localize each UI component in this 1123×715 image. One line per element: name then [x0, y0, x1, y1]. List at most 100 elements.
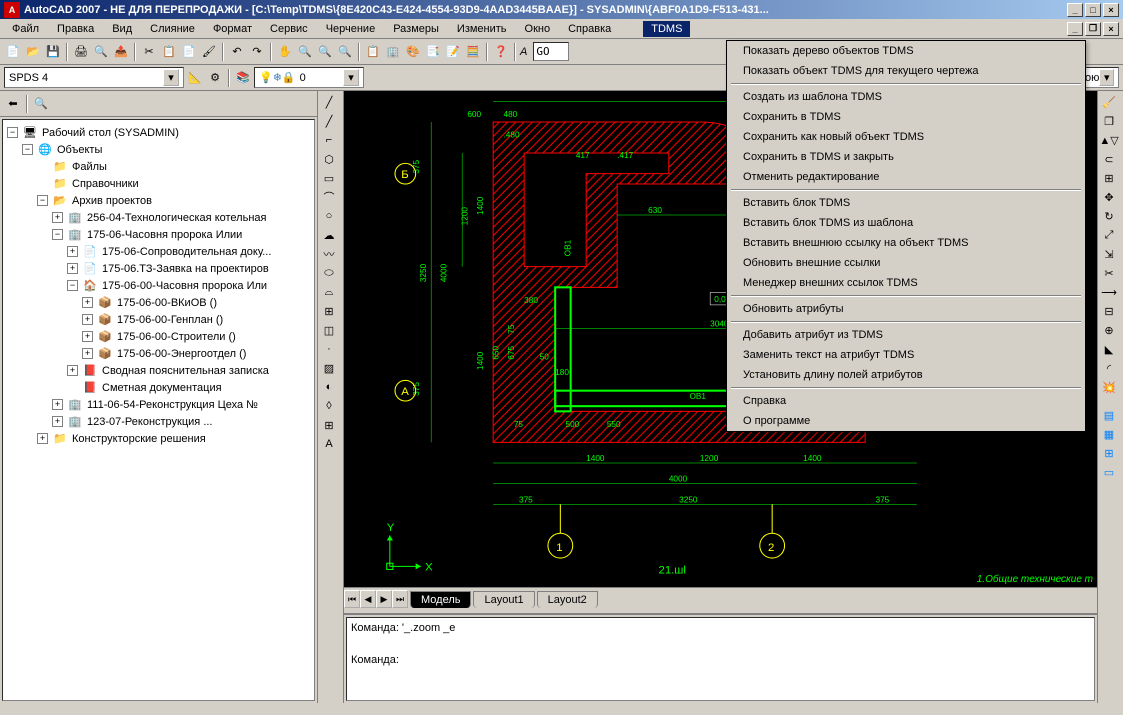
tree-root[interactable]: −🖥Рабочий стол (SYSADMIN) [7, 124, 310, 141]
tdms-menu-item[interactable]: Сохранить в TDMS [727, 107, 1085, 127]
match-icon[interactable]: 🖌 [200, 43, 218, 61]
menu-dimensions[interactable]: Размеры [385, 21, 447, 37]
menu-tdms[interactable]: TDMS [643, 21, 690, 37]
menu-file[interactable]: Файл [4, 21, 47, 37]
scale-icon[interactable]: ⤢ [1100, 226, 1118, 244]
tdms-menu-item[interactable]: Сохранить в TDMS и закрыть [727, 147, 1085, 167]
style-combo[interactable]: SPDS 4 ▾ [4, 67, 184, 88]
mirror-icon[interactable]: ▲▽ [1100, 131, 1118, 149]
menu-help[interactable]: Справка [560, 21, 619, 37]
tdms-menu-item[interactable]: Показать дерево объектов TDMS [727, 41, 1085, 61]
rotate-icon[interactable]: ↻ [1100, 207, 1118, 225]
redo-icon[interactable]: ↷ [248, 43, 266, 61]
undo-icon[interactable]: ↶ [228, 43, 246, 61]
tree-p2c[interactable]: −🏠175-06-00-Часовня пророка Или [7, 277, 310, 294]
style-btn-1[interactable]: 📐 [186, 69, 204, 87]
spds-1-icon[interactable]: ▤ [1100, 406, 1118, 424]
open-icon[interactable]: 📂 [24, 43, 42, 61]
tree-p2[interactable]: −🏢175-06-Часовня пророка Илии [7, 226, 310, 243]
spds-4-icon[interactable]: ▭ [1100, 463, 1118, 481]
print-preview-icon[interactable]: 🔍 [92, 43, 110, 61]
cut-icon[interactable]: ✂ [140, 43, 158, 61]
object-tree[interactable]: −🖥Рабочий стол (SYSADMIN) −🌐Объекты 📁Фай… [2, 119, 315, 701]
hatch-icon[interactable]: ▨ [320, 359, 338, 377]
tab-layout1[interactable]: Layout1 [473, 591, 534, 608]
tree-files[interactable]: 📁Файлы [7, 158, 310, 175]
tree-p4[interactable]: +🏢123-07-Реконструкция ... [7, 413, 310, 430]
mdi-minimize[interactable]: _ [1067, 22, 1083, 36]
polygon-icon[interactable]: ⬡ [320, 150, 338, 168]
spds-3-icon[interactable]: ⊞ [1100, 444, 1118, 462]
menu-window[interactable]: Окно [517, 21, 559, 37]
move-icon[interactable]: ✥ [1100, 188, 1118, 206]
rectangle-icon[interactable]: ▭ [320, 169, 338, 187]
erase-icon[interactable]: 🧹 [1100, 93, 1118, 111]
tab-first[interactable]: ⏮ [344, 590, 360, 608]
tree-p2c4[interactable]: +📦175-06-00-Энергоотдел () [7, 345, 310, 362]
tdms-menu-item[interactable]: Заменить текст на атрибут TDMS [727, 345, 1085, 365]
paste-icon[interactable]: 📄 [180, 43, 198, 61]
publish-icon[interactable]: 📤 [112, 43, 130, 61]
menu-merge[interactable]: Слияние [142, 21, 203, 37]
tree-p2c2[interactable]: +📦175-06-00-Генплан () [7, 311, 310, 328]
maximize-button[interactable]: □ [1085, 3, 1101, 17]
quickcalc-icon[interactable]: 🧮 [464, 43, 482, 61]
tree-constr[interactable]: +📁Конструкторские решения [7, 430, 310, 447]
tree-p2c1[interactable]: +📦175-06-00-ВКиОВ () [7, 294, 310, 311]
tdms-menu-item[interactable]: Обновить внешние ссылки [727, 253, 1085, 273]
properties-icon[interactable]: 📋 [364, 43, 382, 61]
command-history[interactable]: Команда: '_.zoom _e Команда: [346, 617, 1095, 701]
extend-icon[interactable]: ⟶ [1100, 283, 1118, 301]
tree-p2c3[interactable]: +📦175-06-00-Строители () [7, 328, 310, 345]
menu-service[interactable]: Сервис [262, 21, 316, 37]
spds-2-icon[interactable]: ▦ [1100, 425, 1118, 443]
tree-refs[interactable]: 📁Справочники [7, 175, 310, 192]
join-icon[interactable]: ⊕ [1100, 321, 1118, 339]
menu-edit[interactable]: Правка [49, 21, 102, 37]
tdms-menu-item[interactable]: Вставить блок TDMS из шаблона [727, 213, 1085, 233]
array-icon[interactable]: ⊞ [1100, 169, 1118, 187]
layer-combo[interactable]: 💡❄🔒 0 ▾ [254, 67, 364, 88]
menu-draw[interactable]: Черчение [318, 21, 384, 37]
print-icon[interactable]: 🖨 [72, 43, 90, 61]
menu-view[interactable]: Вид [104, 21, 140, 37]
tree-search-icon[interactable]: 🔍 [32, 95, 50, 113]
mtext-icon[interactable]: A [320, 435, 338, 453]
revcloud-icon[interactable]: ☁ [320, 226, 338, 244]
tdms-menu-item[interactable]: Обновить атрибуты [727, 299, 1085, 319]
tab-prev[interactable]: ◀ [360, 590, 376, 608]
polyline-icon[interactable]: ⌐ [320, 131, 338, 149]
mdi-restore[interactable]: ❐ [1085, 22, 1101, 36]
tree-objects[interactable]: −🌐Объекты [7, 141, 310, 158]
copy-icon[interactable]: 📋 [160, 43, 178, 61]
copy-obj-icon[interactable]: ❐ [1100, 112, 1118, 130]
ellipse-arc-icon[interactable]: ⌓ [320, 283, 338, 301]
tree-p3[interactable]: +🏢111-06-54-Реконструкция Цеха № [7, 396, 310, 413]
stretch-icon[interactable]: ⇲ [1100, 245, 1118, 263]
explode-icon[interactable]: 💥 [1100, 378, 1118, 396]
ellipse-icon[interactable]: ⬭ [320, 264, 338, 282]
layer-manager-icon[interactable]: 📚 [234, 69, 252, 87]
insert-icon[interactable]: ⊞ [320, 302, 338, 320]
mdi-close[interactable]: × [1103, 22, 1119, 36]
line-icon[interactable]: ╱ [320, 93, 338, 111]
new-icon[interactable]: 📄 [4, 43, 22, 61]
arc-icon[interactable]: ⌒ [320, 188, 338, 206]
trim-icon[interactable]: ✂ [1100, 264, 1118, 282]
region-icon[interactable]: ◊ [320, 397, 338, 415]
menu-modify[interactable]: Изменить [449, 21, 515, 37]
style-btn-2[interactable]: ⚙ [206, 69, 224, 87]
tdms-menu-item[interactable]: Справка [727, 391, 1085, 411]
chamfer-icon[interactable]: ◣ [1100, 340, 1118, 358]
tdms-menu-item[interactable]: Создать из шаблона TDMS [727, 87, 1085, 107]
design-center-icon[interactable]: 🏢 [384, 43, 402, 61]
tdms-menu-item[interactable]: Показать объект TDMS для текущего чертеж… [727, 61, 1085, 81]
tab-layout2[interactable]: Layout2 [537, 591, 598, 608]
save-icon[interactable]: 💾 [44, 43, 62, 61]
tdms-menu-item[interactable]: Добавить атрибут из TDMS [727, 325, 1085, 345]
tree-back-icon[interactable]: ⬅ [4, 95, 22, 113]
tree-p2b[interactable]: +📄175-06.ТЗ-Заявка на проектиров [7, 260, 310, 277]
gradient-icon[interactable]: ◐ [320, 378, 338, 396]
close-button[interactable]: × [1103, 3, 1119, 17]
break-icon[interactable]: ⊟ [1100, 302, 1118, 320]
